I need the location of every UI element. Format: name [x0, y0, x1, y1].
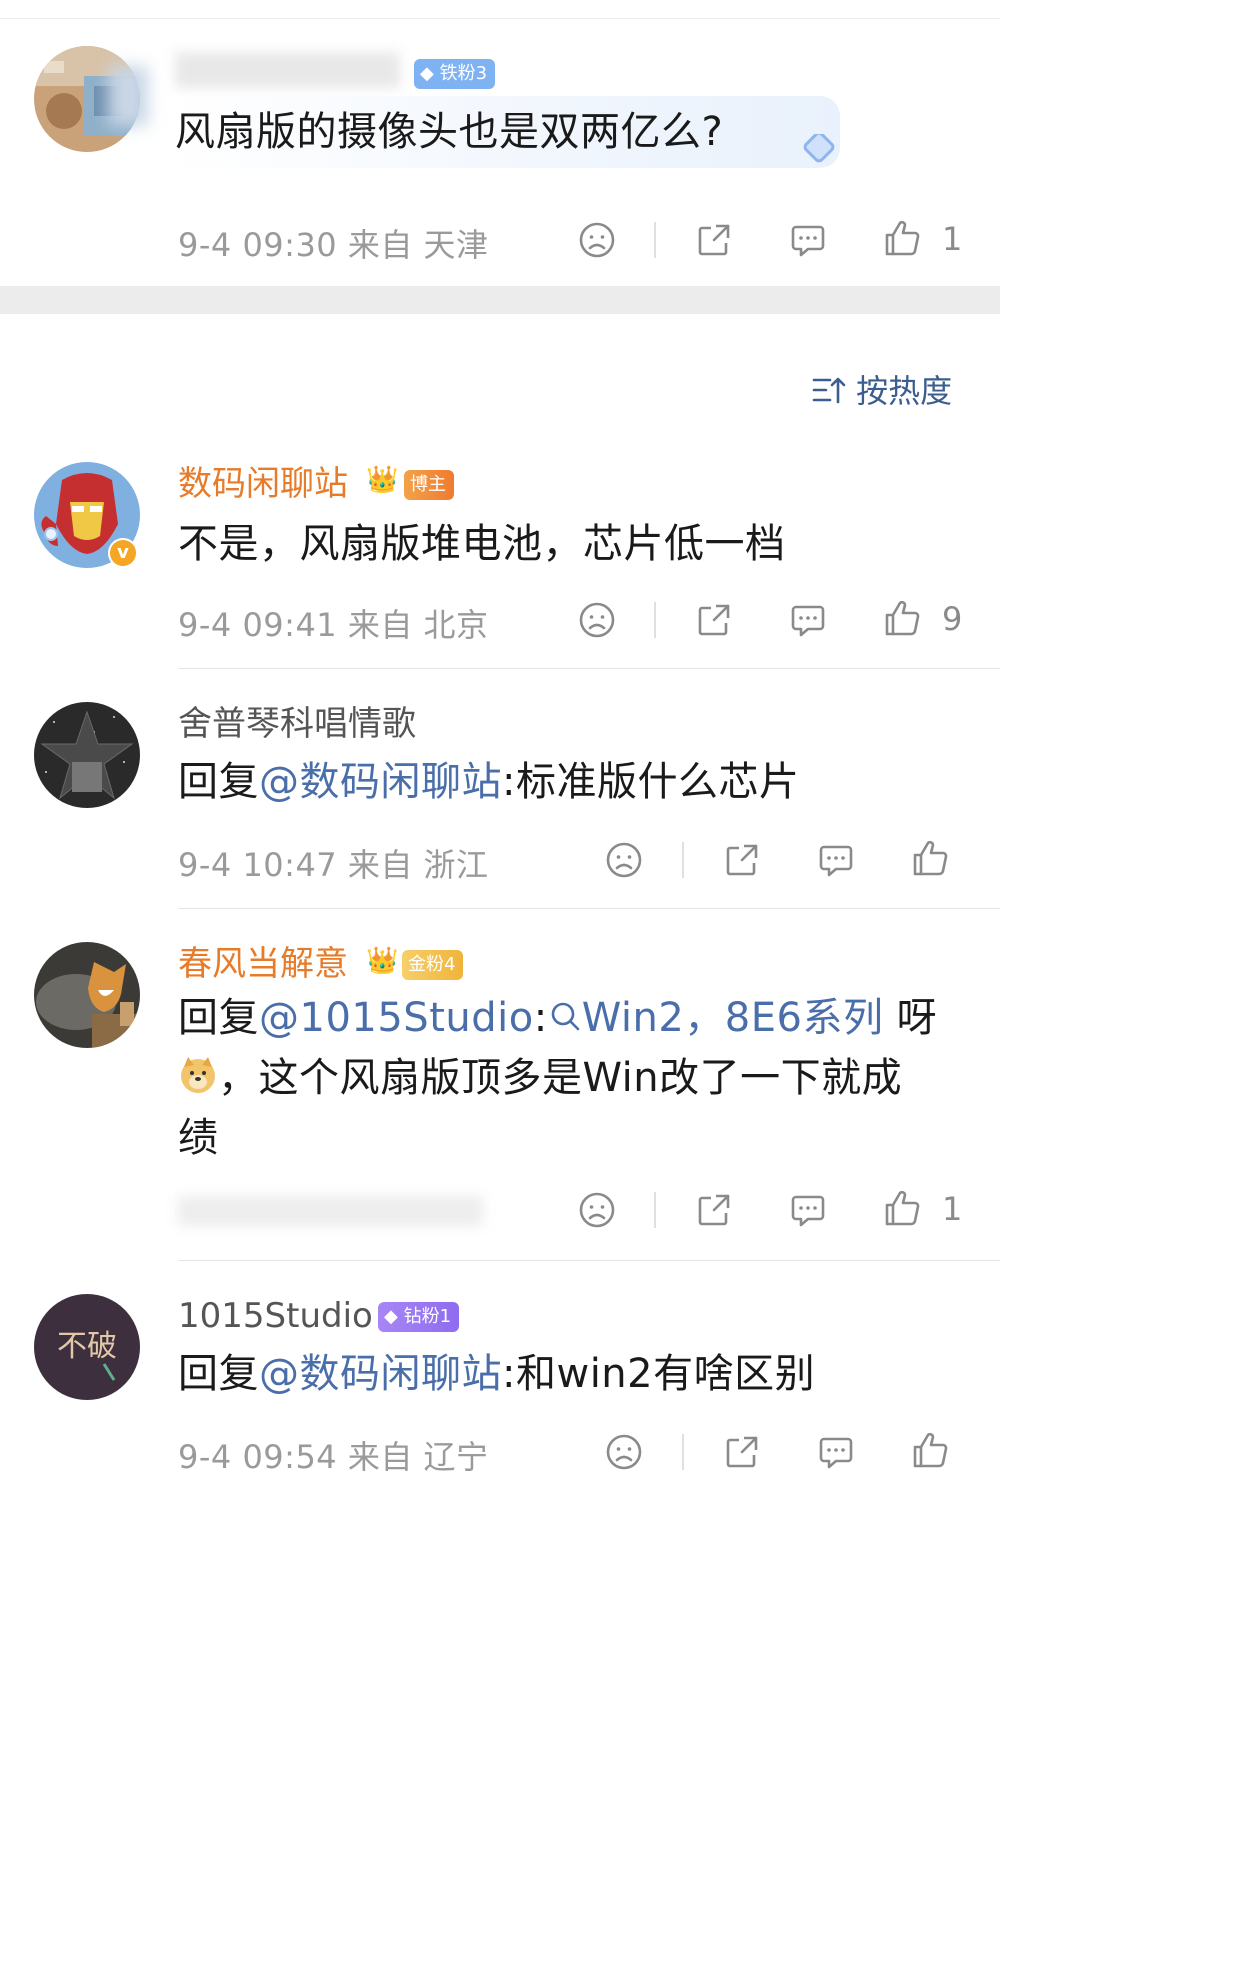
- reply-body: 呀: [896, 995, 938, 1041]
- doge-emoji-icon: [178, 1052, 218, 1093]
- reply-body: :标准版什么芯片: [502, 759, 800, 805]
- avatar[interactable]: 不破: [34, 1294, 140, 1400]
- comment-meta: 9-4 09:41 来自 北京: [178, 600, 489, 646]
- dislike-face-icon[interactable]: [577, 220, 617, 260]
- sort-button[interactable]: 按热度: [812, 366, 952, 414]
- fan-badge[interactable]: ◆ 铁粉3: [414, 59, 496, 89]
- share-icon[interactable]: [694, 1190, 734, 1230]
- action-separator: [654, 222, 656, 258]
- avatar[interactable]: [34, 942, 140, 1048]
- svg-text:不破: 不破: [57, 1329, 117, 1364]
- comment-text: 回复@数码闲聊站:和win2有啥区别: [178, 1344, 815, 1404]
- diamond-icon: ◆: [420, 63, 434, 84]
- comment-meta: 9-4 09:54 来自 辽宁: [178, 1432, 489, 1478]
- action-separator: [682, 1434, 684, 1470]
- like-thumb-icon[interactable]: [910, 1430, 950, 1470]
- comment-location: 来自 天津: [347, 226, 489, 264]
- sort-icon: [812, 374, 846, 414]
- share-icon[interactable]: [722, 1432, 762, 1472]
- username[interactable]: 1015Studio: [178, 1296, 373, 1336]
- action-separator: [654, 602, 656, 638]
- diamond-icon: ◆: [384, 1306, 398, 1327]
- comment-time: 9-4 09:54: [178, 1438, 338, 1476]
- comment-icon[interactable]: [816, 1432, 856, 1472]
- like-thumb-icon[interactable]: [882, 598, 922, 638]
- action-separator: [682, 842, 684, 878]
- comment-text-line1: 回复@1015Studio: Win2，8E6系列 呀: [178, 988, 937, 1050]
- comment-divider: [178, 1260, 1000, 1261]
- comment-text: 风扇版的摄像头也是双两亿么?: [175, 109, 724, 155]
- like-count: 1: [942, 1190, 963, 1228]
- comment-icon[interactable]: [788, 1190, 828, 1230]
- share-icon[interactable]: [694, 220, 734, 260]
- comment-meta: 9-4 10:47 来自 浙江: [178, 840, 489, 886]
- verified-v-icon: v: [108, 538, 138, 568]
- reply-prefix: 回复: [178, 995, 259, 1041]
- comment-meta: 9-4 09:30 来自 天津: [178, 220, 489, 266]
- bubble-decoration-icon: [796, 131, 838, 168]
- fan-badge[interactable]: ◆ 钻粉1: [378, 1302, 460, 1332]
- reply-prefix: 回复: [178, 759, 259, 805]
- username-blurred[interactable]: [175, 52, 400, 88]
- search-link[interactable]: Win2，8E6系列: [548, 995, 884, 1041]
- like-thumb-icon[interactable]: [910, 838, 950, 878]
- comment-location: 来自 北京: [347, 606, 489, 644]
- like-count: 9: [942, 600, 963, 638]
- top-divider: [0, 18, 1000, 19]
- username[interactable]: 春风当解意: [178, 944, 348, 984]
- comment-text: 回复@数码闲聊站:标准版什么芯片: [178, 752, 799, 812]
- comment-icon[interactable]: [788, 600, 828, 640]
- like-thumb-icon[interactable]: [882, 218, 922, 258]
- crown-icon: 👑: [366, 465, 399, 495]
- crown-icon: 👑: [366, 946, 399, 976]
- share-icon[interactable]: [694, 600, 734, 640]
- comment-icon[interactable]: [788, 220, 828, 260]
- comment-text-line3: 绩: [178, 1115, 219, 1161]
- comment-icon[interactable]: [816, 840, 856, 880]
- reply-prefix: 回复: [178, 1351, 259, 1397]
- comment-text: 不是，风扇版堆电池，芯片低一档: [178, 521, 786, 567]
- search-icon: [548, 990, 582, 1050]
- username[interactable]: 数码闲聊站: [178, 464, 348, 504]
- avatar[interactable]: [34, 702, 140, 808]
- comment-divider: [178, 908, 1000, 909]
- comment-time: 9-4 10:47: [178, 846, 338, 884]
- comment-text-line2: ，这个风扇版顶多是Win改了一下就成: [178, 1048, 902, 1108]
- share-icon[interactable]: [722, 840, 762, 880]
- reply-body: :和win2有啥区别: [502, 1351, 816, 1397]
- dislike-face-icon[interactable]: [604, 1432, 644, 1472]
- reply-colon: :: [533, 995, 548, 1041]
- blur-mask: [108, 66, 148, 126]
- like-count: 1: [942, 220, 963, 258]
- reply-body: ，这个风扇版顶多是Win改了一下就成: [218, 1055, 903, 1101]
- fan-badge[interactable]: 金粉4: [402, 950, 464, 980]
- comment-location: 来自 辽宁: [347, 1438, 489, 1476]
- comment-location: 来自 浙江: [347, 846, 489, 884]
- comment-divider: [178, 668, 1000, 669]
- blogger-badge[interactable]: 博主: [404, 470, 454, 500]
- dislike-face-icon[interactable]: [577, 600, 617, 640]
- mention-link[interactable]: @数码闲聊站: [259, 1351, 502, 1397]
- mention-link[interactable]: @1015Studio: [259, 995, 534, 1041]
- section-separator: [0, 286, 1000, 314]
- comment-time: 9-4 09:30: [178, 226, 338, 264]
- username[interactable]: 舍普琴科唱情歌: [178, 704, 416, 744]
- like-thumb-icon[interactable]: [882, 1188, 922, 1228]
- meta-blurred: [178, 1196, 483, 1226]
- dislike-face-icon[interactable]: [604, 840, 644, 880]
- dislike-face-icon[interactable]: [577, 1190, 617, 1230]
- comment-time: 9-4 09:41: [178, 606, 338, 644]
- mention-link[interactable]: @数码闲聊站: [259, 759, 502, 805]
- action-separator: [654, 1192, 656, 1228]
